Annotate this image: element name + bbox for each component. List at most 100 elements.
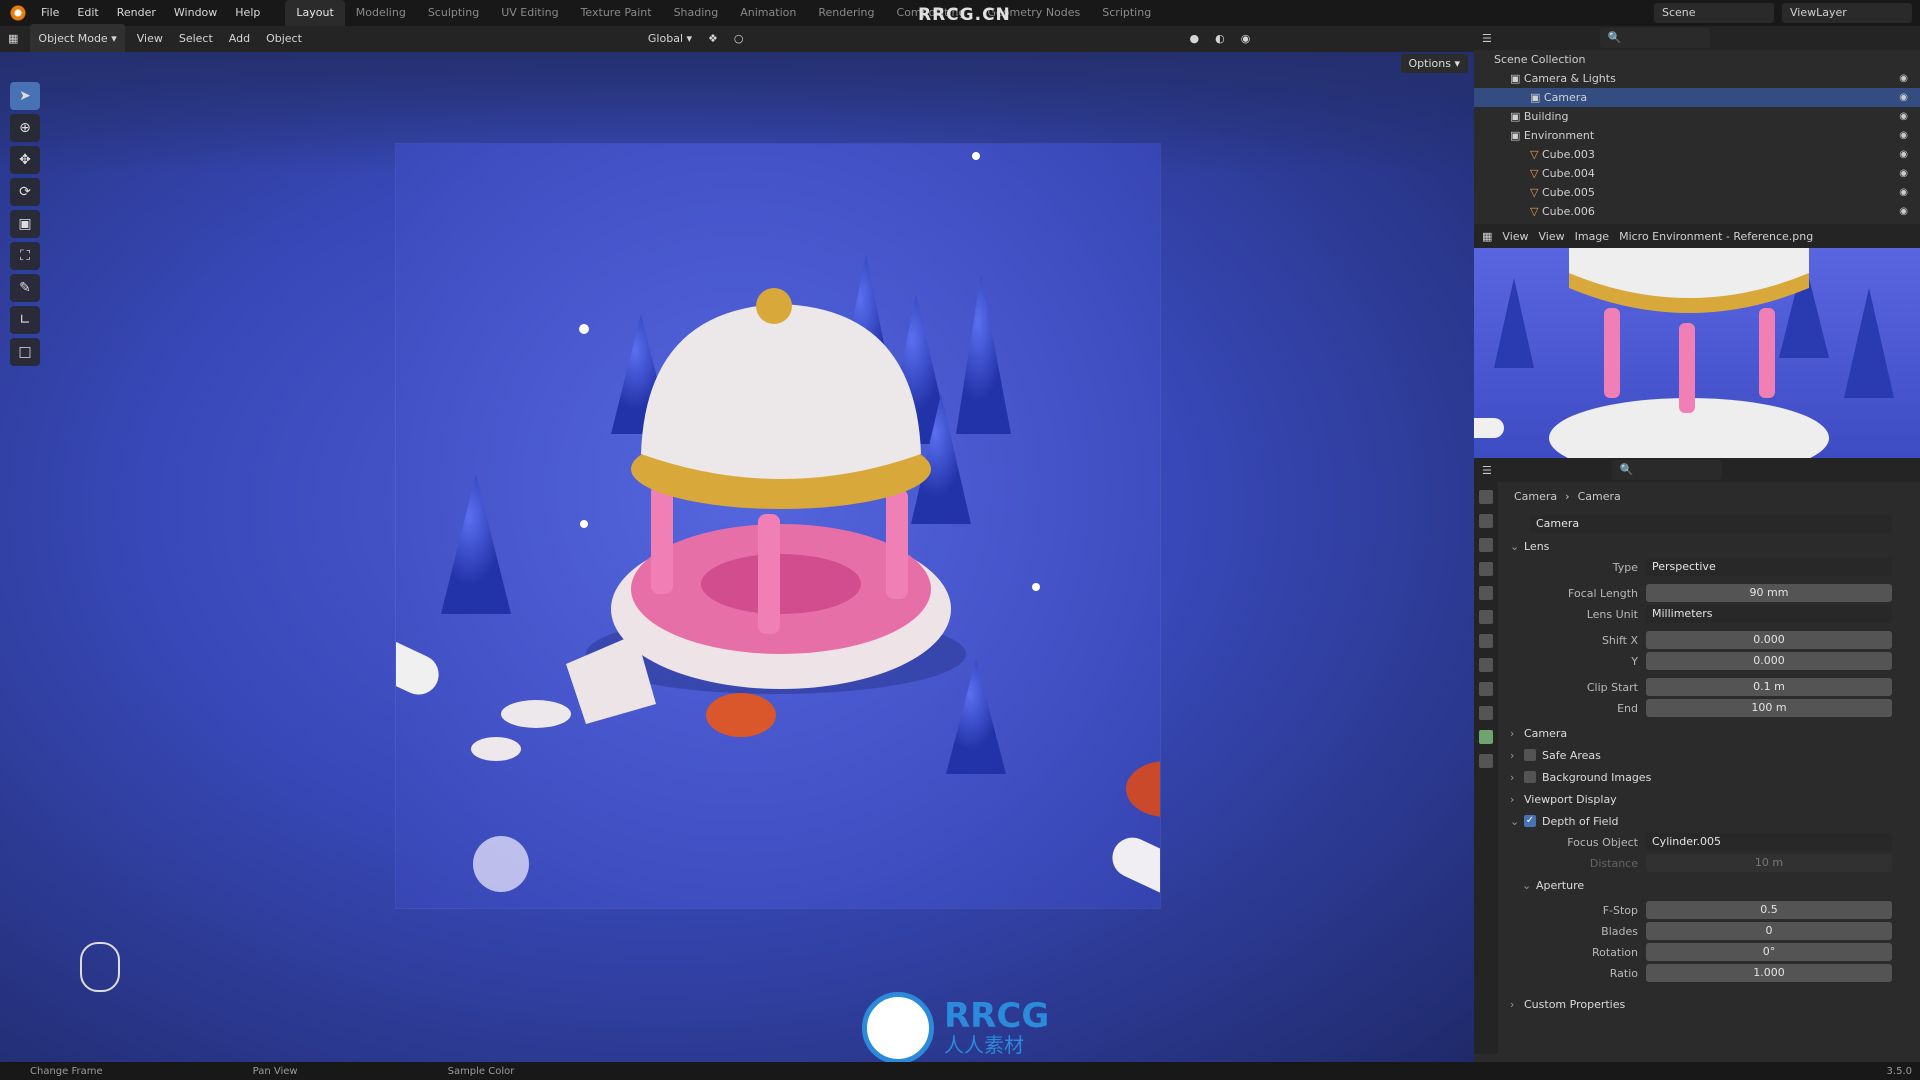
view-layer-field[interactable]: ViewLayer — [1782, 3, 1912, 23]
menu-window[interactable]: Window — [165, 0, 226, 26]
camera-data-tab-icon[interactable] — [1479, 730, 1493, 744]
outliner-row[interactable]: ▽ Cube.005 ◉ — [1474, 183, 1920, 202]
outliner-row-root[interactable]: Scene Collection — [1474, 50, 1920, 69]
properties-editor-icon[interactable]: ☰ — [1482, 464, 1492, 477]
snap-icon[interactable]: ❖ — [700, 26, 726, 52]
world-tab-icon[interactable] — [1479, 610, 1493, 624]
physics-tab-icon[interactable] — [1479, 682, 1493, 696]
section-safe-areas[interactable]: › Safe Areas — [1506, 744, 1912, 766]
outliner-row[interactable]: ▽ Cube.006 ◉ — [1474, 202, 1920, 221]
visibility-icon[interactable]: ◉ — [1899, 111, 1908, 122]
visibility-icon[interactable]: ◉ — [1899, 73, 1908, 84]
tool-tab-icon[interactable] — [1479, 490, 1493, 504]
shading-solid-icon[interactable]: ● — [1182, 26, 1208, 52]
tab-uv-editing[interactable]: UV Editing — [490, 0, 569, 26]
menu-edit[interactable]: Edit — [68, 0, 107, 26]
rotate-tool-icon[interactable]: ⟳ — [10, 178, 40, 206]
menu-select[interactable]: Select — [171, 26, 221, 52]
clip-end-field[interactable]: 100 m — [1646, 699, 1892, 717]
section-custom-properties[interactable]: › Custom Properties — [1506, 993, 1912, 1015]
outliner-search[interactable]: 🔍 — [1599, 28, 1710, 48]
blades-field[interactable]: 0 — [1646, 922, 1892, 940]
constraints-tab-icon[interactable] — [1479, 706, 1493, 720]
checkbox-icon[interactable] — [1524, 771, 1536, 783]
section-lens[interactable]: ⌄ Lens — [1506, 535, 1912, 557]
section-viewport-display[interactable]: › Viewport Display — [1506, 788, 1912, 810]
outliner-row[interactable]: ▣ Camera ◉ — [1474, 88, 1920, 107]
menu-view[interactable]: View — [129, 26, 171, 52]
select-tool-icon[interactable]: ➤ — [10, 82, 40, 110]
annotate-tool-icon[interactable]: ✎ — [10, 274, 40, 302]
focal-length-field[interactable]: 90 mm — [1646, 584, 1892, 602]
scene-tab-icon[interactable] — [1479, 586, 1493, 600]
tab-scripting[interactable]: Scripting — [1091, 0, 1162, 26]
visibility-icon[interactable]: ◉ — [1899, 187, 1908, 198]
scale-tool-icon[interactable]: ▣ — [10, 210, 40, 238]
clip-start-field[interactable]: 0.1 m — [1646, 678, 1892, 696]
image-editor-icon[interactable]: ▦ — [1482, 230, 1492, 243]
transform-orientation-dropdown[interactable]: Global ▾ — [640, 26, 700, 52]
tab-animation[interactable]: Animation — [729, 0, 807, 26]
outliner-row[interactable]: ▣ Building ◉ — [1474, 107, 1920, 126]
section-depth-of-field[interactable]: ⌄ ✓ Depth of Field — [1506, 810, 1912, 832]
lens-unit-dropdown[interactable]: Millimeters — [1646, 605, 1892, 623]
object-tab-icon[interactable] — [1479, 658, 1493, 672]
mode-dropdown[interactable]: Object Mode ▾ — [30, 24, 125, 54]
reference-image-preview[interactable] — [1474, 248, 1920, 458]
visibility-icon[interactable]: ◉ — [1899, 130, 1908, 141]
properties-search[interactable]: 🔍 — [1611, 460, 1722, 480]
tab-sculpting[interactable]: Sculpting — [417, 0, 490, 26]
measure-tool-icon[interactable]: ∟ — [10, 306, 40, 334]
transform-tool-icon[interactable]: ⛶ — [10, 242, 40, 270]
menu-render[interactable]: Render — [108, 0, 165, 26]
shading-rendered-icon[interactable]: ◉ — [1233, 26, 1259, 52]
shift-x-field[interactable]: 0.000 — [1646, 631, 1892, 649]
tab-shading[interactable]: Shading — [663, 0, 730, 26]
tab-layout[interactable]: Layout — [285, 0, 345, 26]
scene-field[interactable]: Scene — [1654, 3, 1774, 23]
checkbox-icon[interactable] — [1524, 749, 1536, 761]
image-name[interactable]: Micro Environment - Reference.png — [1619, 230, 1813, 243]
outliner-row[interactable]: ▽ Cube.003 ◉ — [1474, 145, 1920, 164]
outliner-row[interactable]: ▣ Environment ◉ — [1474, 126, 1920, 145]
render-tab-icon[interactable] — [1479, 514, 1493, 528]
tab-rendering[interactable]: Rendering — [807, 0, 885, 26]
type-dropdown[interactable]: Perspective — [1646, 558, 1892, 576]
options-dropdown[interactable]: Options ▾ — [1400, 54, 1468, 73]
outliner-row[interactable]: ▣ Camera & Lights ◉ — [1474, 69, 1920, 88]
section-background-images[interactable]: › Background Images — [1506, 766, 1912, 788]
view-layer-tab-icon[interactable] — [1479, 562, 1493, 576]
section-aperture[interactable]: ⌄ Aperture — [1506, 874, 1912, 896]
proportional-edit-icon[interactable]: ○ — [726, 26, 752, 52]
rotation-field[interactable]: 0° — [1646, 943, 1892, 961]
collection-tab-icon[interactable] — [1479, 634, 1493, 648]
ratio-field[interactable]: 1.000 — [1646, 964, 1892, 982]
3d-viewport[interactable]: Options ▾ ➤ ⊕ ✥ ⟳ ▣ ⛶ ✎ ∟ □ RRCG 人人素材 — [0, 52, 1474, 1062]
shift-y-field[interactable]: 0.000 — [1646, 652, 1892, 670]
menu-add[interactable]: Add — [221, 26, 258, 52]
fstop-field[interactable]: 0.5 — [1646, 901, 1892, 919]
visibility-icon[interactable]: ◉ — [1899, 149, 1908, 160]
image-menu-view-2[interactable]: View — [1539, 230, 1565, 243]
add-cube-tool-icon[interactable]: □ — [10, 338, 40, 366]
menu-file[interactable]: File — [32, 0, 68, 26]
editor-type-icon[interactable]: ▦ — [0, 26, 26, 52]
datablock-field[interactable]: Camera — [1530, 515, 1892, 533]
shading-material-icon[interactable]: ◐ — [1207, 26, 1233, 52]
outliner-row[interactable]: ▽ Cube.004 ◉ — [1474, 164, 1920, 183]
visibility-icon[interactable]: ◉ — [1899, 206, 1908, 217]
visibility-icon[interactable]: ◉ — [1899, 168, 1908, 179]
image-menu-image[interactable]: Image — [1575, 230, 1609, 243]
cursor-tool-icon[interactable]: ⊕ — [10, 114, 40, 142]
blender-logo-icon[interactable] — [10, 5, 26, 21]
section-camera[interactable]: › Camera — [1506, 722, 1912, 744]
tab-modeling[interactable]: Modeling — [345, 0, 417, 26]
texture-tab-icon[interactable] — [1479, 754, 1493, 768]
image-menu-view[interactable]: View — [1502, 230, 1528, 243]
tab-texture-paint[interactable]: Texture Paint — [570, 0, 663, 26]
move-tool-icon[interactable]: ✥ — [10, 146, 40, 174]
checkbox-checked-icon[interactable]: ✓ — [1524, 815, 1536, 827]
output-tab-icon[interactable] — [1479, 538, 1493, 552]
focus-object-field[interactable]: Cylinder.005 — [1646, 833, 1892, 851]
visibility-icon[interactable]: ◉ — [1899, 92, 1908, 103]
